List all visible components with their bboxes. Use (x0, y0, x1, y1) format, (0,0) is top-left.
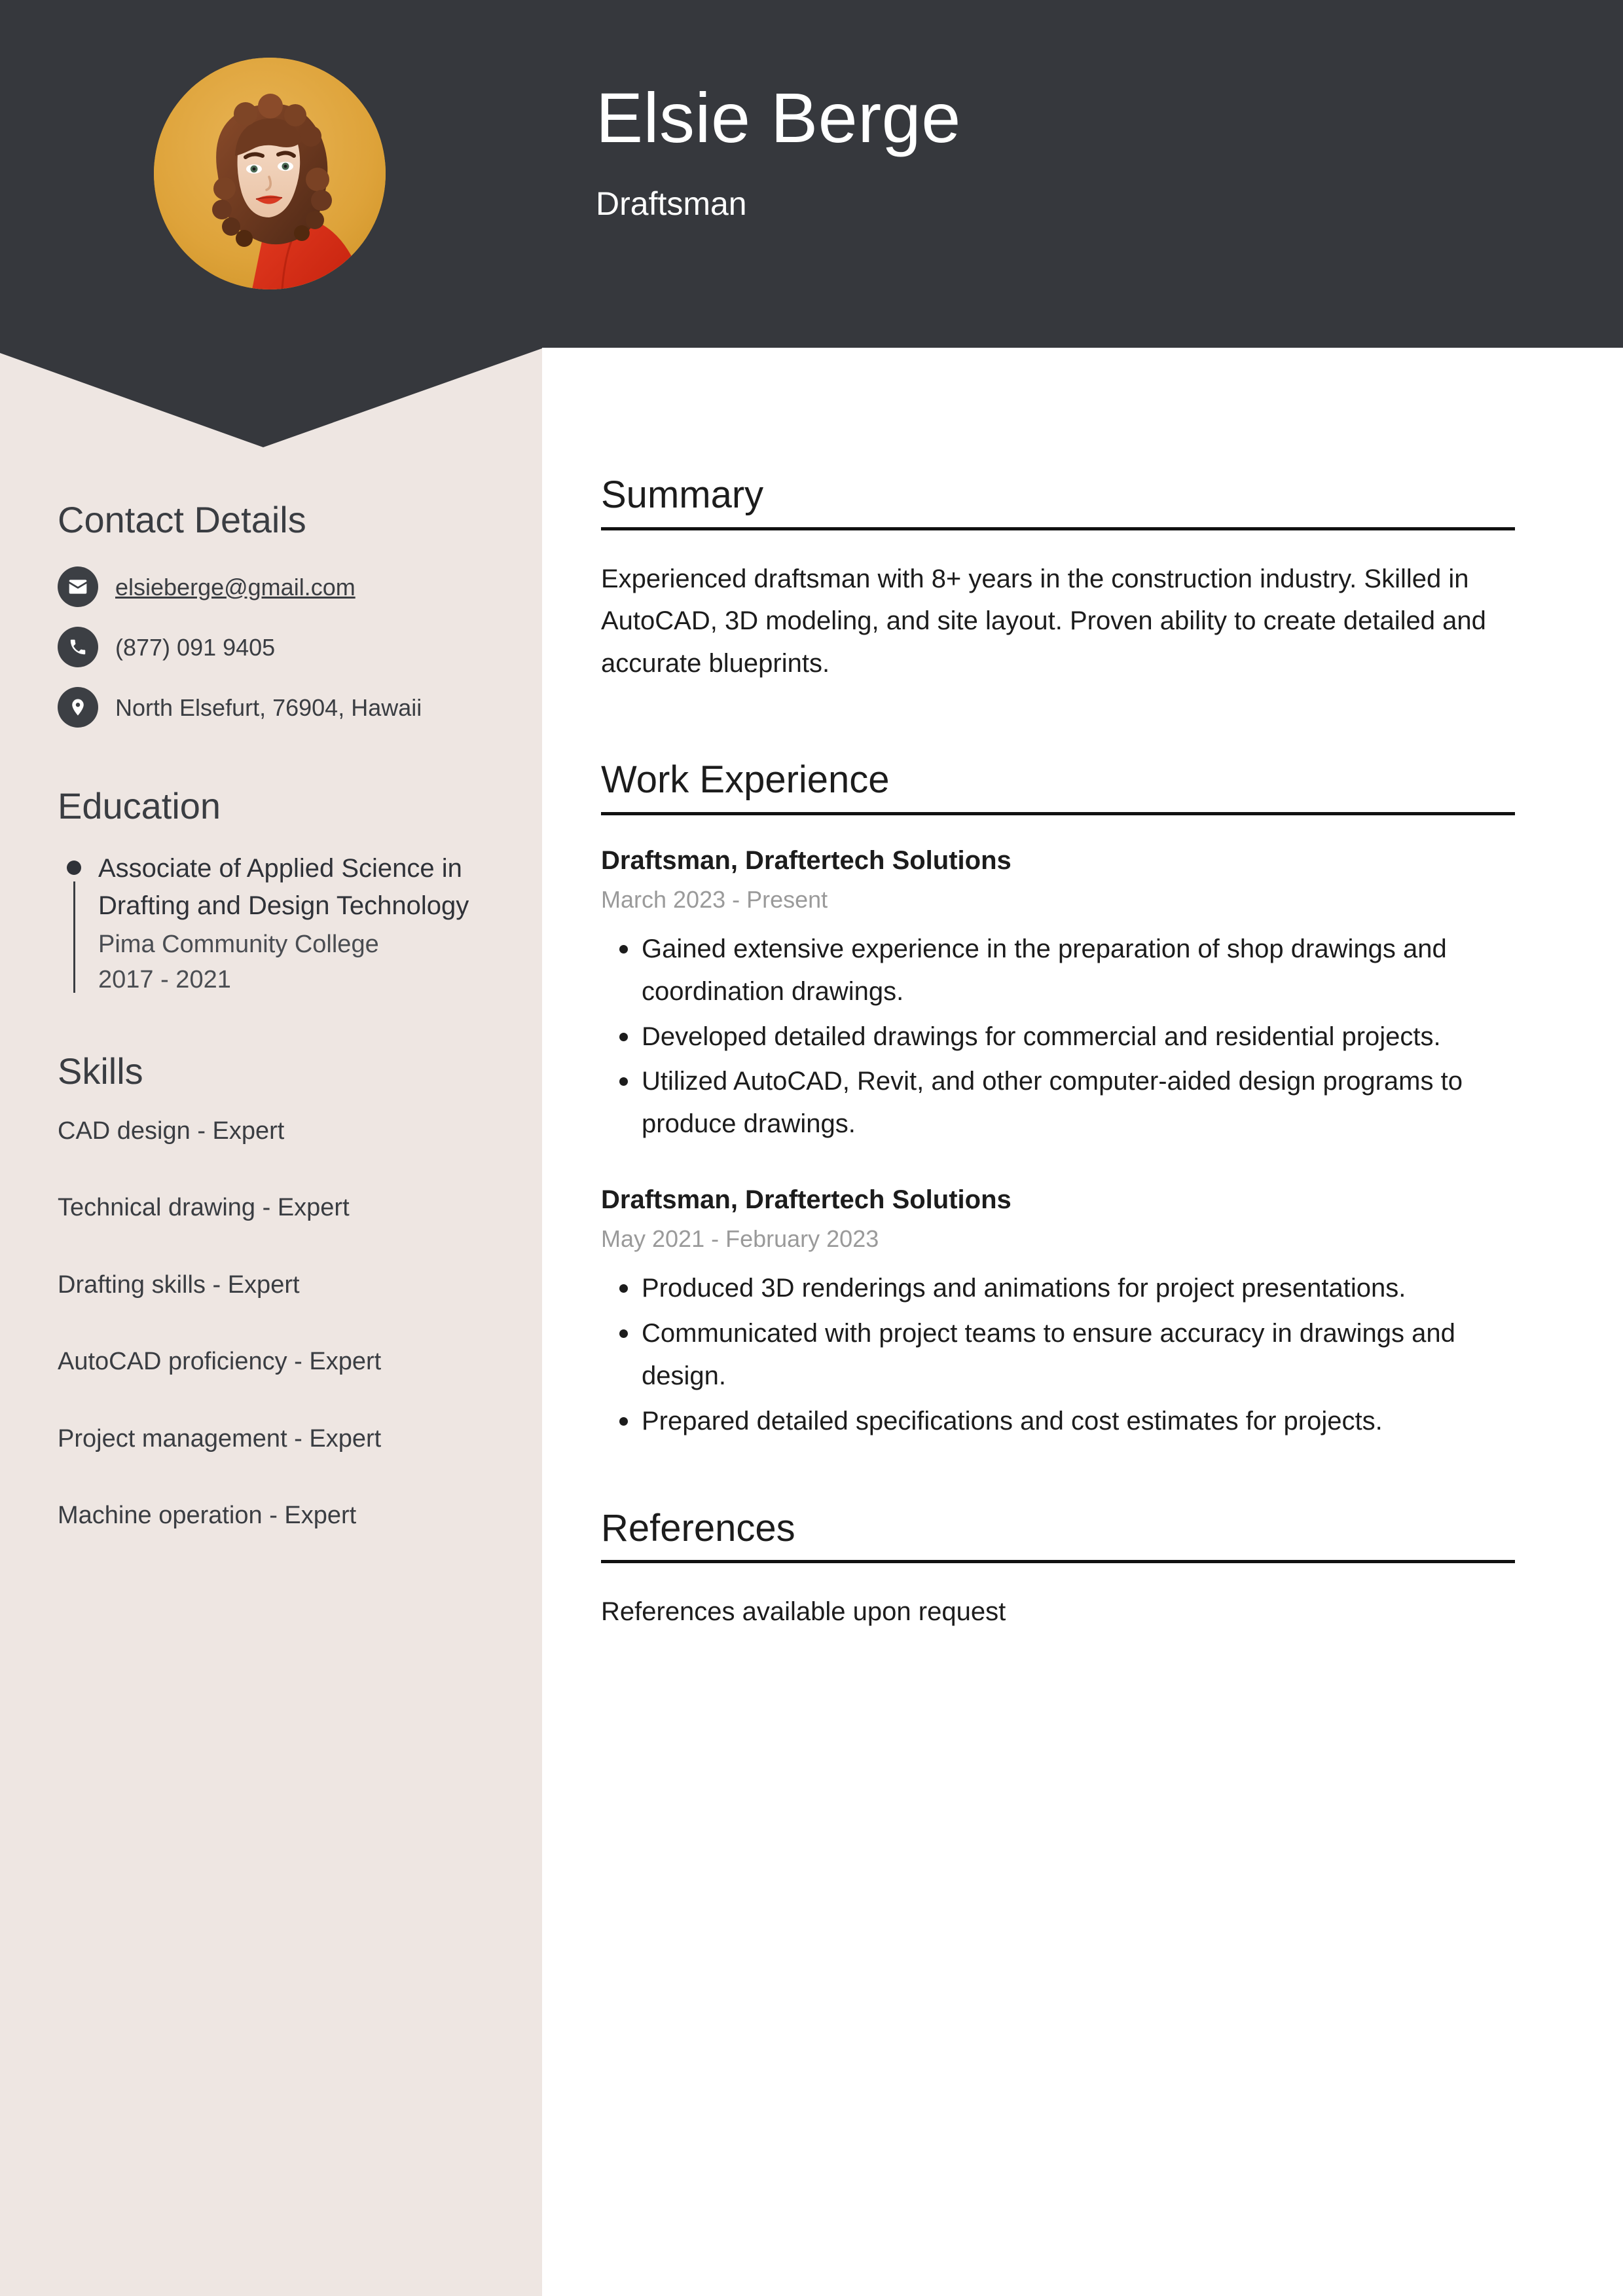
skill-item: Machine operation - Expert (58, 1502, 357, 1530)
job-bullet: Communicated with project teams to ensur… (601, 1312, 1515, 1398)
main-column: Summary Experienced draftsman with 8+ ye… (542, 348, 1623, 1684)
summary-section: Summary Experienced draftsman with 8+ ye… (601, 472, 1515, 685)
contact-details-section: Contact Details elsieberge@gmail.com (87… (58, 498, 496, 728)
education-bullet-icon (67, 861, 81, 876)
references-divider (601, 1560, 1515, 1564)
education-school: Pima Community College (98, 930, 379, 958)
job-title-company: Draftsman, Draftertech Solutions (601, 1185, 1012, 1214)
references-section: References References available upon req… (601, 1506, 1515, 1633)
references-text: References available upon request (601, 1597, 1006, 1627)
job-title-company: Draftsman, Draftertech Solutions (601, 845, 1012, 875)
work-experience-entry: Draftsman, Draftertech Solutions March 2… (601, 843, 1515, 1145)
skill-item: AutoCAD proficiency - Expert (58, 1348, 382, 1376)
location-pin-icon (58, 687, 98, 728)
skill-item: Project management - Expert (58, 1424, 382, 1453)
job-bullet-list: Produced 3D renderings and animations fo… (601, 1267, 1515, 1442)
job-dates: March 2023 - Present (601, 885, 828, 913)
skills-section: Skills CAD design - Expert Technical dra… (58, 1049, 496, 1532)
candidate-job-title: Draftsman (596, 185, 747, 222)
work-experience-divider (601, 811, 1515, 815)
education-section: Education Associate of Applied Science i… (58, 784, 496, 998)
contact-list: elsieberge@gmail.com (877) 091 9405 Nort… (58, 566, 496, 728)
education-timeline-rail (73, 881, 75, 993)
contact-item-email[interactable]: elsieberge@gmail.com (58, 566, 496, 608)
job-bullet: Gained extensive experience in the prepa… (601, 928, 1515, 1013)
contact-item-location[interactable]: North Elsefurt, 76904, Hawaii (58, 687, 496, 728)
header-text-block: Elsie Berge Draftsman (596, 78, 961, 223)
contact-location-value: North Elsefurt, 76904, Hawaii (115, 694, 422, 721)
work-experience-section: Work Experience Draftsman, Draftertech S… (601, 757, 1515, 1443)
candidate-name: Elsie Berge (596, 78, 961, 157)
contact-details-heading: Contact Details (58, 499, 306, 540)
envelope-icon (58, 566, 98, 608)
education-degree: Associate of Applied Science in Drafting… (98, 854, 469, 921)
references-heading: References (601, 1506, 795, 1549)
education-heading: Education (58, 785, 221, 827)
sidebar-content: Contact Details elsieberge@gmail.com (87… (0, 0, 542, 1532)
education-dates: 2017 - 2021 (98, 965, 231, 993)
summary-divider (601, 527, 1515, 530)
skills-heading: Skills (58, 1050, 143, 1092)
job-bullet: Prepared detailed specifications and cos… (601, 1400, 1515, 1443)
contact-item-phone[interactable]: (877) 091 9405 (58, 627, 496, 668)
work-experience-heading: Work Experience (601, 758, 890, 801)
summary-heading: Summary (601, 473, 764, 516)
skill-item: Drafting skills - Expert (58, 1270, 300, 1299)
job-bullet-list: Gained extensive experience in the prepa… (601, 928, 1515, 1145)
job-bullet: Utilized AutoCAD, Revit, and other compu… (601, 1060, 1515, 1145)
education-item: Associate of Applied Science in Drafting… (58, 850, 496, 998)
phone-icon (58, 627, 98, 668)
contact-email-value[interactable]: elsieberge@gmail.com (115, 572, 356, 602)
resume-page: Elsie Berge Draftsman Contact Details el… (0, 0, 1623, 2296)
work-experience-entry: Draftsman, Draftertech Solutions May 202… (601, 1182, 1515, 1443)
summary-text: Experienced draftsman with 8+ years in t… (601, 564, 1486, 678)
skill-item: Technical drawing - Expert (58, 1194, 350, 1222)
job-dates: May 2021 - February 2023 (601, 1225, 879, 1252)
skills-list: CAD design - Expert Technical drawing - … (58, 1115, 496, 1532)
skill-item: CAD design - Expert (58, 1117, 285, 1145)
contact-phone-value: (877) 091 9405 (115, 633, 276, 661)
job-bullet: Produced 3D renderings and animations fo… (601, 1267, 1515, 1310)
job-bullet: Developed detailed drawings for commerci… (601, 1016, 1515, 1058)
